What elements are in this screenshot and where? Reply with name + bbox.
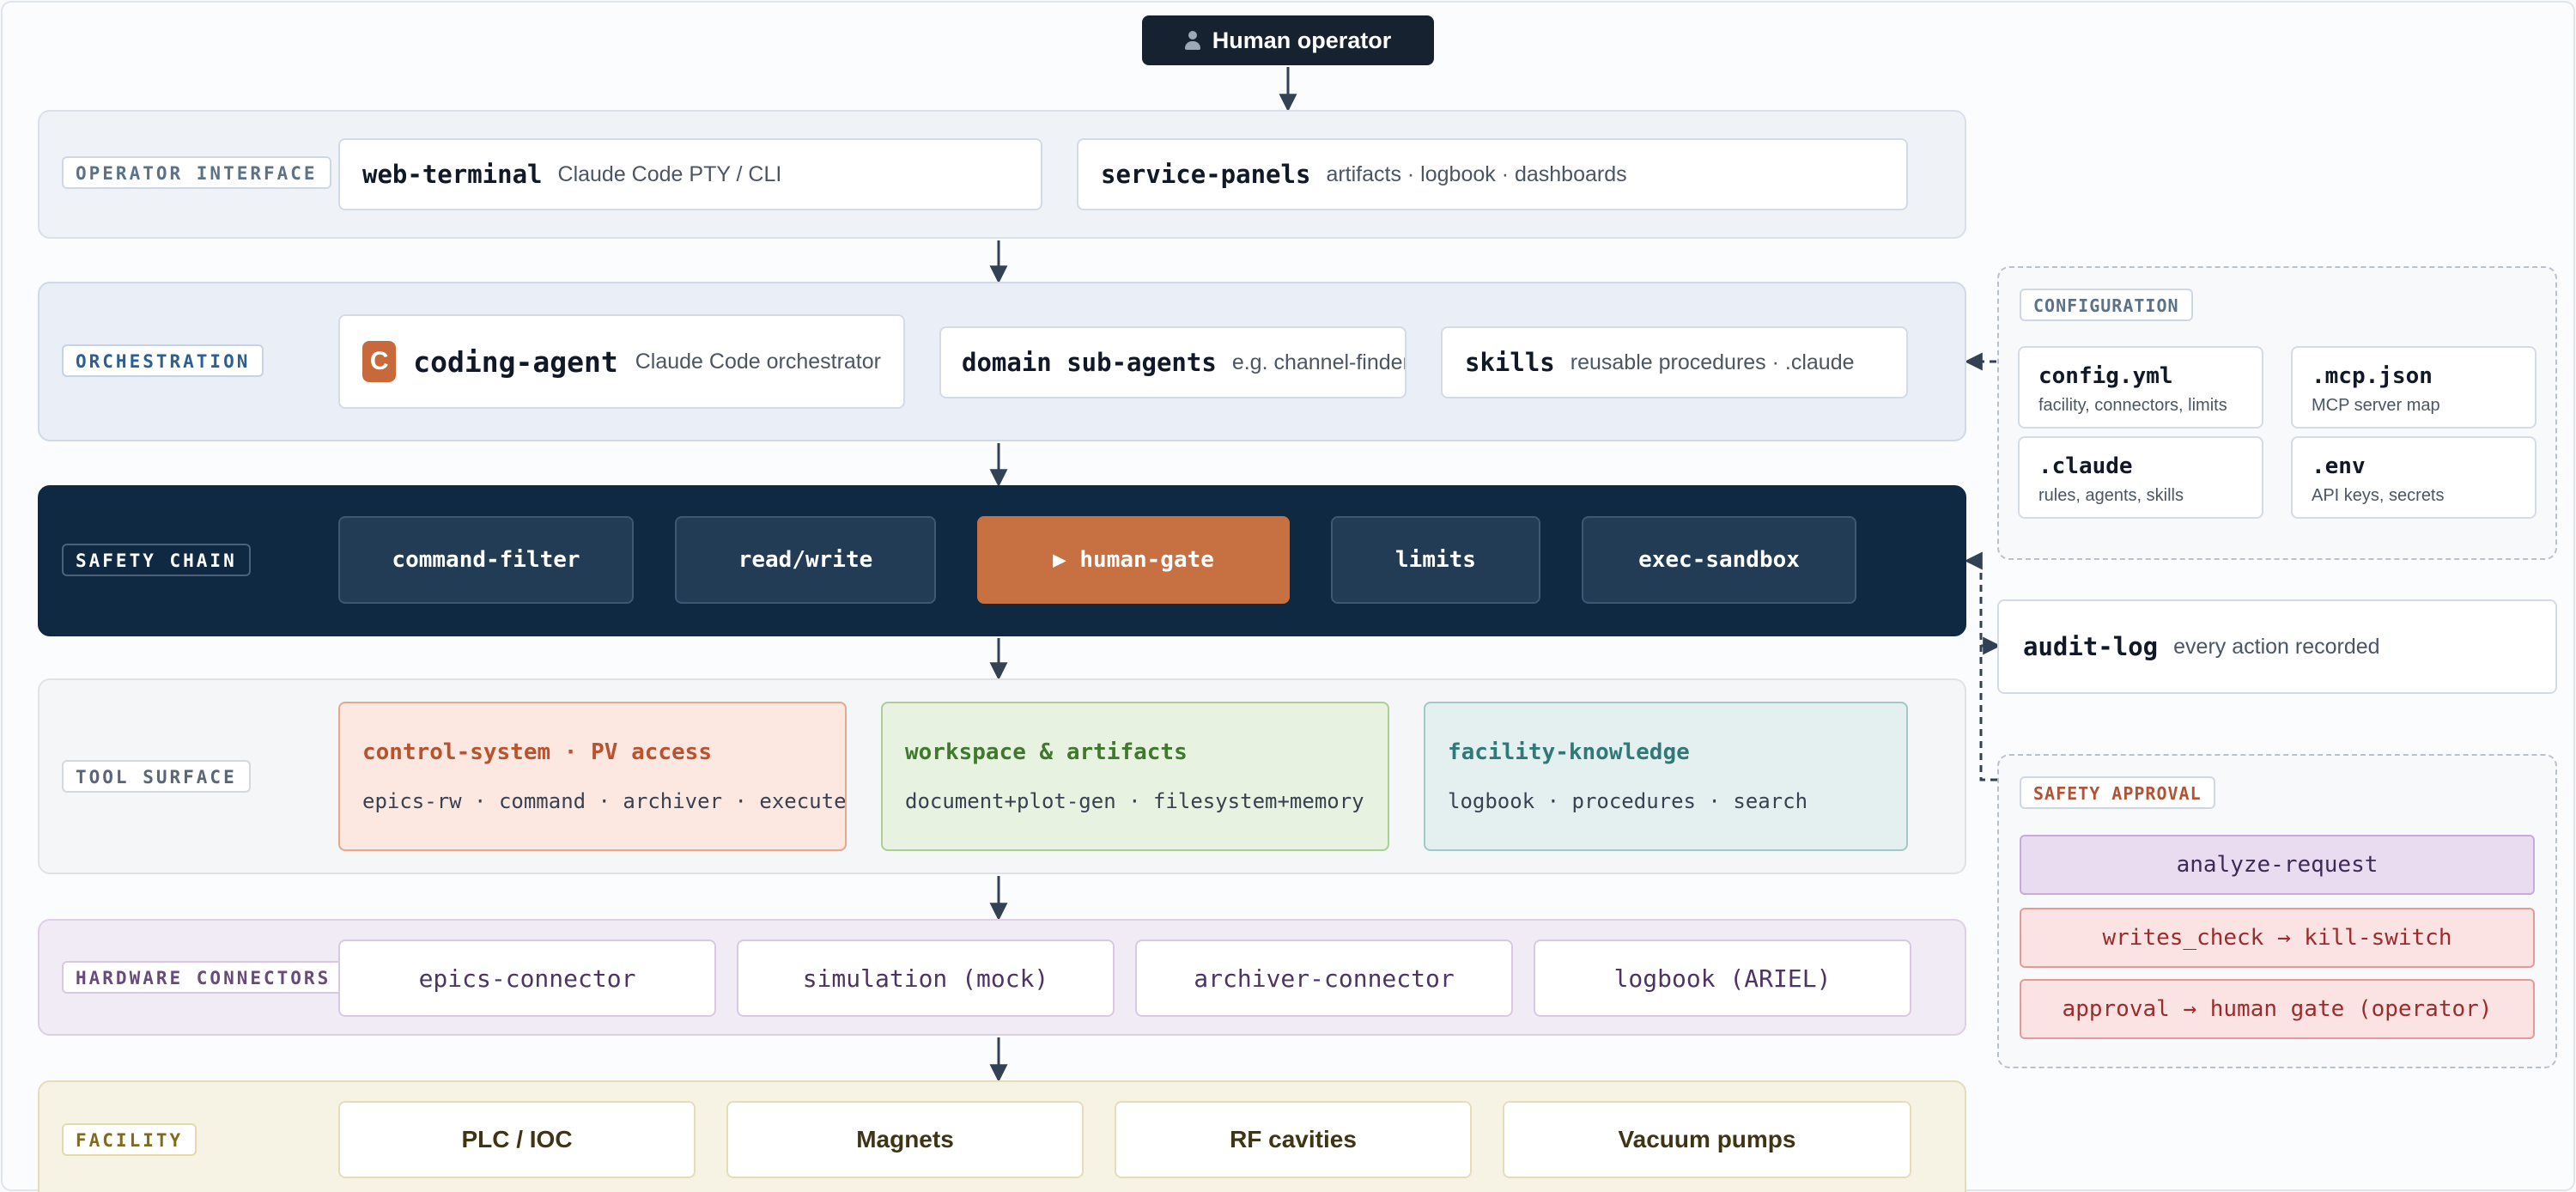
simulation-mock-card[interactable]: simulation (mock)	[737, 940, 1115, 1017]
control-system-sub: epics-rw · command · archiver · execute	[362, 789, 847, 813]
facility-tag: FACILITY	[62, 1123, 197, 1156]
coding-agent-name: coding-agent	[413, 344, 618, 379]
env-desc: API keys, secrets	[2312, 486, 2445, 505]
configuration-tag: CONFIGURATION	[2020, 289, 2193, 321]
command-filter-step[interactable]: command-filter	[338, 516, 634, 604]
archiver-connector-card[interactable]: archiver-connector	[1135, 940, 1513, 1017]
analyze-request-item[interactable]: analyze-request	[2020, 835, 2535, 895]
audit-log-card[interactable]: audit-log every action recorded	[1997, 599, 2557, 694]
human-operator-node: Human operator	[1142, 15, 1434, 65]
domain-sub-agents-desc: e.g. channel-finder	[1231, 350, 1406, 374]
read-write-step[interactable]: read/write	[675, 516, 936, 604]
config-yml-desc: facility, connectors, limits	[2038, 396, 2227, 415]
domain-sub-agents-name: domain sub-agents	[962, 348, 1217, 377]
skills-name: skills	[1465, 348, 1555, 377]
service-panels-name: service-panels	[1101, 160, 1311, 189]
safety-chain-tag: SAFETY CHAIN	[62, 544, 251, 576]
config-yml-name: config.yml	[2038, 363, 2173, 389]
config-yml-card[interactable]: config.yml facility, connectors, limits	[2018, 346, 2263, 429]
workspace-artifacts-title: workspace & artifacts	[905, 739, 1188, 765]
person-icon	[1184, 31, 1200, 50]
safety-approval-tag: SAFETY APPROVAL	[2020, 776, 2215, 809]
coding-agent-card[interactable]: C coding-agent Claude Code orchestrator	[338, 314, 905, 409]
arrow-approval-to-safety	[1964, 551, 1997, 781]
claude-dir-name: .claude	[2038, 453, 2133, 479]
audit-log-name: audit-log	[2023, 632, 2159, 661]
logbook-ariel-card[interactable]: logbook (ARIEL)	[1534, 940, 1911, 1017]
facility-knowledge-sub: logbook · procedures · search	[1448, 789, 1808, 813]
vacuum-pumps-card[interactable]: Vacuum pumps	[1503, 1101, 1911, 1178]
epics-connector-card[interactable]: epics-connector	[338, 940, 716, 1017]
web-terminal-desc: Claude Code PTY / CLI	[557, 161, 782, 186]
workspace-artifacts-card[interactable]: workspace & artifacts document+plot-gen …	[881, 702, 1389, 851]
exec-sandbox-step[interactable]: exec-sandbox	[1582, 516, 1856, 604]
skills-card[interactable]: skills reusable procedures · .claude	[1441, 326, 1908, 398]
claude-dir-desc: rules, agents, skills	[2038, 486, 2184, 505]
approval-human-gate-item[interactable]: approval → human gate (operator)	[2020, 979, 2535, 1039]
plc-ioc-card[interactable]: PLC / IOC	[338, 1101, 696, 1178]
mcp-json-card[interactable]: .mcp.json MCP server map	[2291, 346, 2537, 429]
operator-interface-tag: OPERATOR INTERFACE	[62, 156, 331, 189]
web-terminal-name: web-terminal	[362, 160, 543, 189]
writes-check-item[interactable]: writes_check → kill-switch	[2020, 908, 2535, 968]
rf-cavities-card[interactable]: RF cavities	[1115, 1101, 1472, 1178]
domain-sub-agents-card[interactable]: domain sub-agents e.g. channel-finder	[939, 326, 1406, 398]
control-system-card[interactable]: control-system · PV access epics-rw · co…	[338, 702, 847, 851]
control-system-title: control-system · PV access	[362, 739, 712, 765]
audit-log-desc: every action recorded	[2173, 634, 2380, 659]
service-panels-card[interactable]: service-panels artifacts · logbook · das…	[1077, 138, 1908, 210]
limits-step[interactable]: limits	[1331, 516, 1540, 604]
tool-surface-tag: TOOL SURFACE	[62, 760, 251, 793]
coding-agent-desc: Claude Code orchestrator	[635, 349, 881, 374]
claude-logo-icon: C	[362, 341, 397, 382]
orchestration-tag: ORCHESTRATION	[62, 344, 264, 377]
workspace-artifacts-sub: document+plot-gen · filesystem+memory	[905, 789, 1364, 813]
facility-knowledge-title: facility-knowledge	[1448, 739, 1690, 765]
web-terminal-card[interactable]: web-terminal Claude Code PTY / CLI	[338, 138, 1042, 210]
magnets-card[interactable]: Magnets	[726, 1101, 1084, 1178]
service-panels-desc: artifacts · logbook · dashboards	[1326, 161, 1627, 186]
claude-dir-card[interactable]: .claude rules, agents, skills	[2018, 436, 2263, 519]
facility-knowledge-card[interactable]: facility-knowledge logbook · procedures …	[1424, 702, 1908, 851]
env-name: .env	[2312, 453, 2366, 479]
hardware-connectors-tag: HARDWARE CONNECTORS	[62, 961, 345, 994]
human-operator-label: Human operator	[1212, 27, 1392, 53]
skills-desc: reusable procedures · .claude	[1570, 350, 1855, 374]
env-card[interactable]: .env API keys, secrets	[2291, 436, 2537, 519]
mcp-json-desc: MCP server map	[2312, 396, 2440, 415]
mcp-json-name: .mcp.json	[2312, 363, 2433, 389]
human-gate-step[interactable]: ▶ human-gate	[977, 516, 1290, 604]
